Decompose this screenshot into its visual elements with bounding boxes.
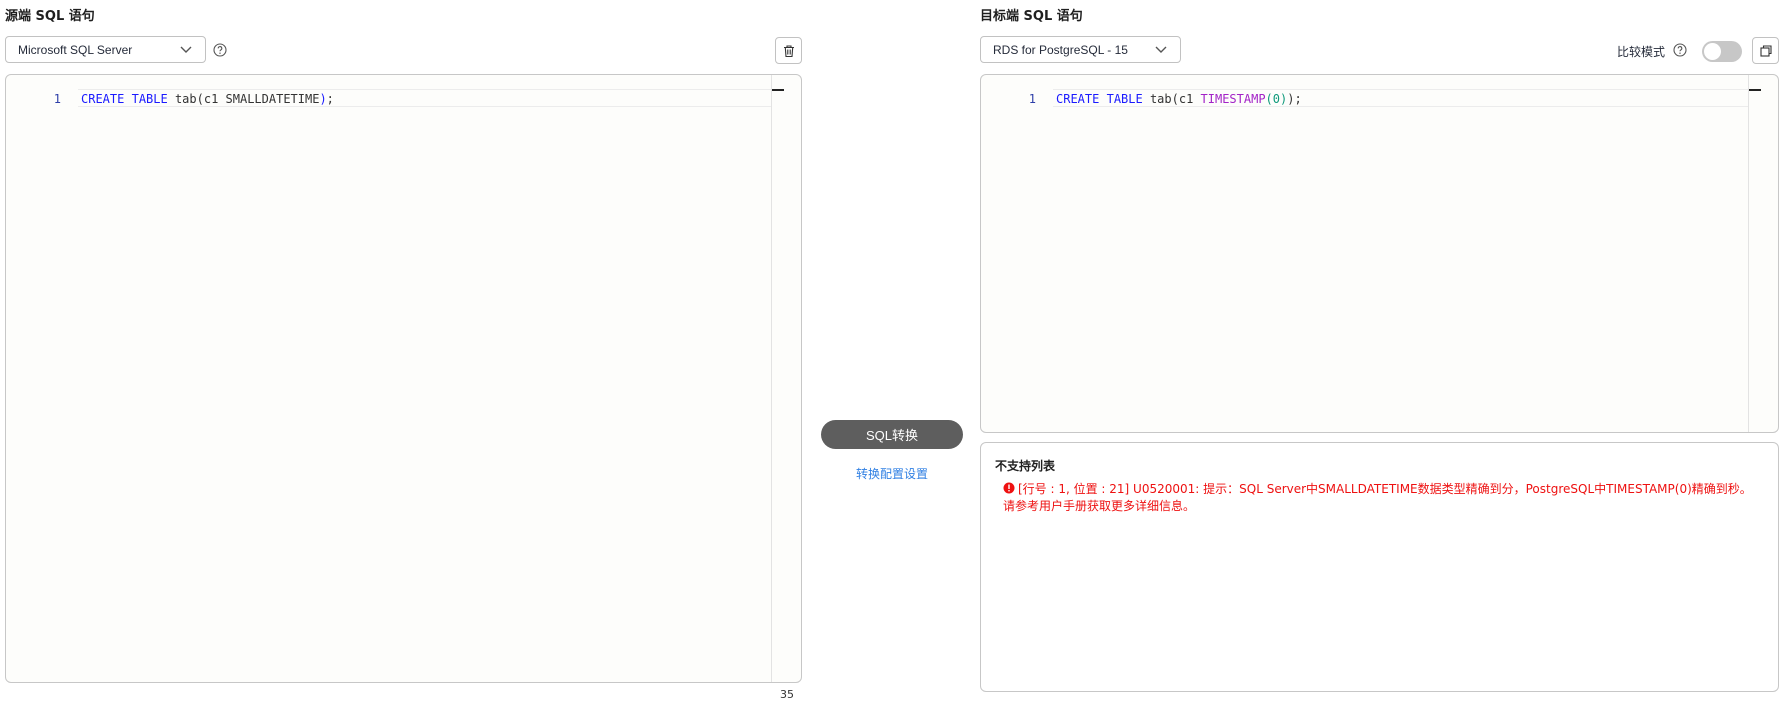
code-token: TIMESTAMP: [1200, 91, 1266, 106]
unsupported-item: [行号 : 1, 位置 : 21] U0520001: 提示：SQL Serve…: [1003, 481, 1763, 515]
code-token: CREATE: [1056, 91, 1100, 106]
target-code-line: 1 CREATE TABLE tab(c1 TIMESTAMP(0));: [981, 90, 1302, 107]
code-token: ): [319, 91, 327, 106]
code-token: tab(c1 SMALLDATETIME: [167, 91, 320, 106]
code-token: );: [1287, 91, 1302, 106]
error-circle-icon: [1003, 482, 1015, 494]
line-number: 1: [1028, 91, 1036, 106]
unsupported-list-title: 不支持列表: [995, 459, 1056, 473]
compare-mode-label: 比较模式: [1617, 45, 1666, 59]
sql-convert-button[interactable]: SQL转换: [821, 420, 963, 449]
code-token: TABLE: [131, 91, 168, 106]
target-dialect-value: RDS for PostgreSQL - 15: [993, 42, 1128, 57]
code-token: CREATE: [81, 91, 125, 106]
unsupported-list-panel: 不支持列表 [行号 : 1, 位置 : 21] U0520001: 提示：SQL…: [980, 442, 1779, 692]
trash-icon: [782, 44, 796, 58]
code-token: TABLE: [1106, 91, 1143, 106]
target-sql-editor[interactable]: 1 CREATE TABLE tab(c1 TIMESTAMP(0));: [980, 74, 1779, 433]
code-token: tab(c1: [1142, 91, 1201, 106]
unsupported-item-text: [行号 : 1, 位置 : 21] U0520001: 提示：SQL Serve…: [1003, 482, 1752, 513]
line-number: 1: [53, 91, 61, 106]
target-code-text: CREATE TABLE tab(c1 TIMESTAMP(0));: [1036, 92, 1302, 106]
compare-mode-toggle[interactable]: [1702, 41, 1742, 62]
source-scrollbar[interactable]: [771, 75, 783, 682]
source-dialect-value: Microsoft SQL Server: [18, 42, 133, 57]
clear-button[interactable]: [775, 37, 802, 64]
help-icon[interactable]: [213, 43, 227, 57]
source-dialect-select[interactable]: Microsoft SQL Server: [5, 36, 206, 63]
copy-icon: [1759, 44, 1773, 58]
code-token: 0: [1272, 91, 1281, 106]
toggle-knob: [1704, 43, 1721, 60]
help-icon[interactable]: [1673, 43, 1687, 57]
source-title: 源端 SQL 语句: [5, 9, 95, 24]
target-scroll-thumb[interactable]: [1749, 89, 1761, 91]
target-title: 目标端 SQL 语句: [980, 9, 1083, 24]
source-code-text: CREATE TABLE tab(c1 SMALLDATETIME);: [61, 92, 334, 106]
target-scrollbar[interactable]: [1748, 75, 1760, 432]
source-scroll-thumb[interactable]: [772, 89, 784, 91]
convert-config-link[interactable]: 转换配置设置: [821, 465, 963, 482]
chevron-down-icon: [1154, 43, 1168, 57]
code-token: ;: [326, 91, 334, 106]
char-count: 35: [780, 688, 794, 701]
code-token: (: [1265, 91, 1273, 106]
target-dialect-select[interactable]: RDS for PostgreSQL - 15: [980, 36, 1181, 63]
source-sql-editor[interactable]: 1 CREATE TABLE tab(c1 SMALLDATETIME);: [5, 74, 802, 683]
source-code-line: 1 CREATE TABLE tab(c1 SMALLDATETIME);: [6, 90, 334, 107]
chevron-down-icon: [179, 43, 193, 57]
copy-button[interactable]: [1752, 37, 1779, 64]
